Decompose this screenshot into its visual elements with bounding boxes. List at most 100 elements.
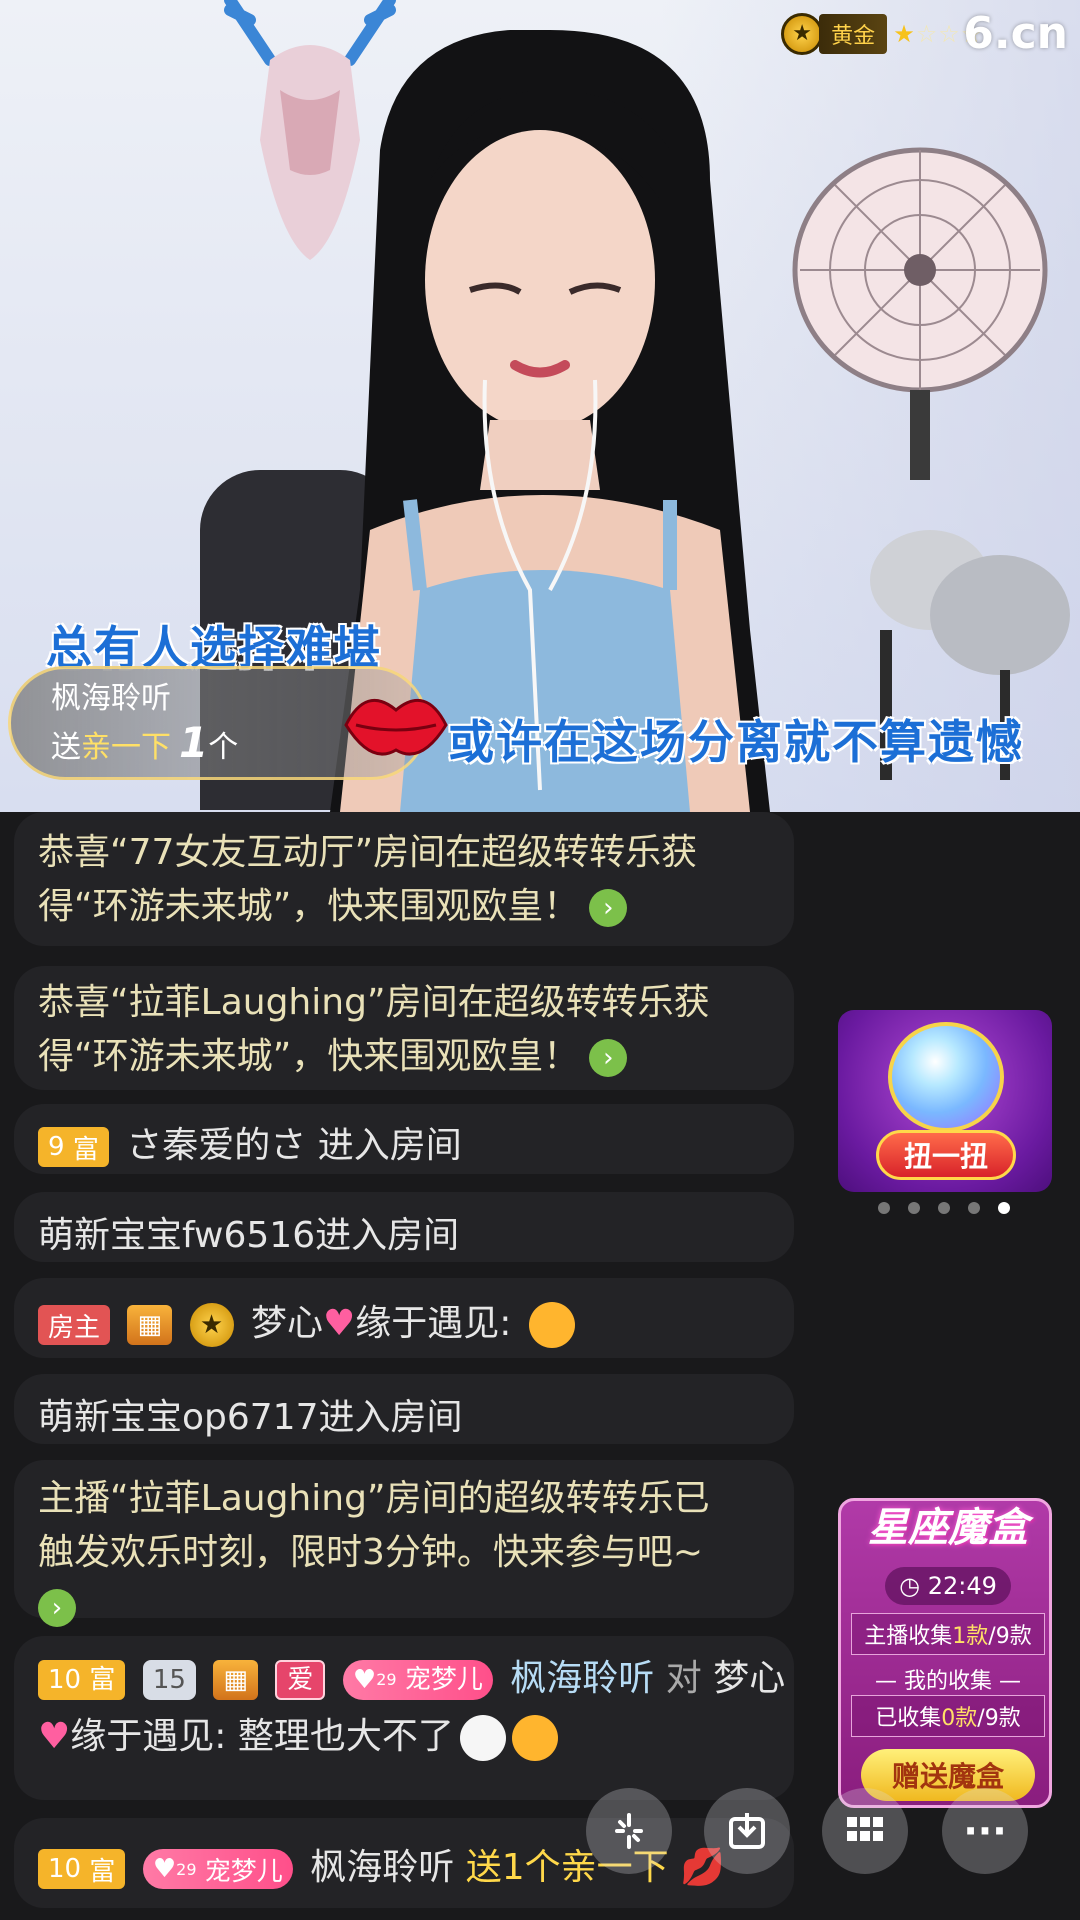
- chat-system-message: 恭喜“拉菲Laughing”房间在超级转转乐获 得“环游未来城”，快来围观欧皇！…: [14, 966, 794, 1090]
- chat-text-line: 得“环游未来城”，快来围观欧皇！: [38, 1036, 580, 1077]
- go-arrow-icon[interactable]: ›: [38, 1589, 76, 1627]
- more-icon: ···: [963, 1809, 1007, 1853]
- go-arrow-icon[interactable]: ›: [589, 889, 628, 927]
- chat-text: 萌新宝宝fw6516进入房间: [38, 1215, 460, 1256]
- chat-text: 恭喜“拉菲Laughing”房间在超级转转乐获 得“环游未来城”，快来围观欧皇！…: [38, 976, 710, 1084]
- heart-icon: ♥: [38, 1716, 71, 1757]
- anchor-collection-count: 1款: [952, 1624, 989, 1649]
- chat-username[interactable]: さ秦爱的さ: [126, 1125, 306, 1166]
- chat-text-line: 缘于遇见: 整理也大不了: [70, 1716, 454, 1757]
- chat-username-suffix: 缘于遇见:: [355, 1303, 512, 1344]
- my-collection-row: 已收集 0款/9款: [851, 1695, 1045, 1737]
- chat-text: 主播“拉菲Laughing”房间的超级转转乐已 触发欢乐时刻，限时3分钟。快来参…: [38, 1472, 710, 1634]
- medal-icon: ★: [781, 12, 824, 55]
- carousel-dot-active[interactable]: [998, 1202, 1010, 1214]
- chat-enter-message: 萌新宝宝op6717进入房间: [14, 1374, 794, 1444]
- rich-label: 富: [89, 1665, 116, 1695]
- my-collection-count: 0款: [941, 1706, 978, 1731]
- rich-level: 10: [48, 1665, 82, 1695]
- pet-label: 宠梦儿: [404, 1665, 483, 1695]
- twist-button[interactable]: 扭一扭: [876, 1130, 1016, 1180]
- kiss-lips-icon: [344, 699, 448, 756]
- rich-label: 富: [89, 1856, 116, 1887]
- chat-gift-message: 10 富 15 ▦ 爱 ♥ 29 宠梦儿 枫海聆听 对 梦心 ♥缘于遇见: 整理也…: [14, 1636, 794, 1800]
- chat-text-line: 恭喜“拉菲Laughing”房间在超级转转乐获: [38, 982, 710, 1023]
- chat-action: 进入房间: [317, 1125, 462, 1166]
- sparkle-button[interactable]: [586, 1788, 672, 1874]
- rich-level-badge: 10 富: [38, 1660, 126, 1700]
- download-icon: [729, 1813, 765, 1849]
- carousel-dot[interactable]: [938, 1202, 950, 1214]
- rich-level-badge: 10 富: [38, 1849, 126, 1889]
- grid-menu-button[interactable]: [822, 1788, 908, 1874]
- carousel-dots: [878, 1202, 1010, 1214]
- carousel-dot[interactable]: [908, 1202, 920, 1214]
- my-collection-header: — 我的收集 —: [875, 1669, 1021, 1694]
- anchor-collection-total: /9款: [988, 1624, 1032, 1649]
- lyric-line-2: 或许在这场分离就不算遗憾: [448, 715, 1024, 769]
- gift-unit: 个: [208, 730, 239, 765]
- pet-level: 29: [376, 1670, 397, 1689]
- emoji-icon: [528, 1302, 575, 1348]
- chat-text: 萌新宝宝op6717进入房间: [38, 1397, 463, 1438]
- chat-text: 10 富 15 ▦ 爱 ♥ 29 宠梦儿 枫海聆听 对 梦心 ♥缘于遇见: 整理也…: [38, 1650, 785, 1766]
- pet-level: 29: [176, 1859, 197, 1879]
- sparkle-icon: [615, 1813, 643, 1849]
- chat-user-message: 房主 ▦ ★ 梦心♥缘于遇见:: [14, 1278, 794, 1358]
- clock-icon: ◷: [899, 1572, 921, 1600]
- gashapon-ball-icon: [888, 1022, 1004, 1132]
- chat-enter-message: 9 富 さ秦爱的さ 进入房间: [14, 1104, 794, 1174]
- chat-text: 房主 ▦ ★ 梦心♥缘于遇见:: [38, 1294, 575, 1348]
- treasure-badge-icon: ▦: [127, 1305, 173, 1345]
- rich-level: 9: [48, 1132, 65, 1162]
- download-button[interactable]: [704, 1788, 790, 1874]
- love-badge: 爱: [275, 1660, 326, 1700]
- timer-value: 22:49: [927, 1572, 997, 1600]
- rich-label: 富: [72, 1134, 99, 1165]
- grid-icon: [847, 1817, 883, 1841]
- anchor-collection-row: 主播收集 1款/9款: [851, 1613, 1045, 1655]
- chat-target-user[interactable]: 梦心: [713, 1658, 785, 1699]
- chat-enter-message: 萌新宝宝fw6516进入房间: [14, 1192, 794, 1262]
- chat-text: 9 富 さ秦爱的さ 进入房间: [38, 1116, 462, 1168]
- rich-level: 10: [48, 1854, 82, 1884]
- go-arrow-icon[interactable]: ›: [589, 1039, 628, 1077]
- rich-level-badge: 9 富: [38, 1127, 109, 1167]
- chat-text-line: 得“环游未来城”，快来围观欧皇！: [38, 886, 580, 927]
- carousel-dot[interactable]: [968, 1202, 980, 1214]
- gift-count: 1: [179, 718, 209, 767]
- chat-gift-message: 10 富 ♥ 29 宠梦儿 枫海聆听 送1个亲一下 💋: [14, 1818, 794, 1908]
- room-level-header: ★ 黄金 ★☆☆☆ 6.cn: [781, 8, 1068, 59]
- tier-badge: 黄金: [819, 13, 888, 54]
- my-collection-label: 已收集: [875, 1706, 942, 1731]
- site-logo: 6.cn: [963, 8, 1068, 59]
- medal-icon: ★: [189, 1303, 234, 1347]
- chat-text-line: 恭喜“77女友互动厅”房间在超级转转乐获: [38, 832, 698, 873]
- gift-name: 亲一下: [81, 730, 171, 765]
- chat-system-message: 主播“拉菲Laughing”房间的超级转转乐已 触发欢乐时刻，限时3分钟。快来参…: [14, 1460, 794, 1627]
- shield-level-badge: 15: [142, 1660, 196, 1700]
- pet-badge: ♥ 29 宠梦儿: [342, 1660, 493, 1700]
- carousel-dot[interactable]: [878, 1202, 890, 1214]
- gashapon-widget[interactable]: 扭一扭: [838, 1010, 1052, 1192]
- magic-box-timer: ◷ 22:49: [885, 1567, 1011, 1605]
- pet-badge: ♥ 29 宠梦儿: [142, 1849, 293, 1889]
- chat-to: 对: [665, 1658, 702, 1699]
- live-room: ★ 黄金 ★☆☆☆ 6.cn 总有人选择难堪 或许在这场分离就不算遗憾 枫海聆听…: [0, 0, 1080, 1920]
- chat-text-line: 触发欢乐时刻，限时3分钟。快来参与吧~: [38, 1532, 704, 1573]
- sticker-icon: [459, 1715, 506, 1761]
- chat-system-message: 恭喜“77女友互动厅”房间在超级转转乐获 得“环游未来城”，快来围观欧皇！ ›: [14, 812, 794, 946]
- treasure-badge-icon: ▦: [213, 1660, 258, 1700]
- pet-label: 宠梦儿: [204, 1856, 283, 1887]
- zodiac-magic-box[interactable]: 星座魔盒 ◷ 22:49 主播收集 1款/9款 — 我的收集 — 已收集 0款/9款…: [838, 1498, 1052, 1808]
- magic-box-title: 星座魔盒: [868, 1505, 1028, 1551]
- chat-username[interactable]: 梦心: [251, 1303, 323, 1344]
- chat-username[interactable]: 枫海聆听: [310, 1847, 454, 1888]
- chat-text-line: 主播“拉菲Laughing”房间的超级转转乐已: [38, 1478, 710, 1519]
- more-button[interactable]: ···: [942, 1788, 1028, 1874]
- live-video[interactable]: ★ 黄金 ★☆☆☆ 6.cn 总有人选择难堪 或许在这场分离就不算遗憾 枫海聆听…: [0, 0, 1080, 812]
- chat-username[interactable]: 枫海聆听: [510, 1658, 654, 1699]
- gift-action: 送: [51, 730, 81, 765]
- chat-text: 恭喜“77女友互动厅”房间在超级转转乐获 得“环游未来城”，快来围观欧皇！ ›: [38, 826, 697, 934]
- my-collection-total: /9款: [977, 1706, 1021, 1731]
